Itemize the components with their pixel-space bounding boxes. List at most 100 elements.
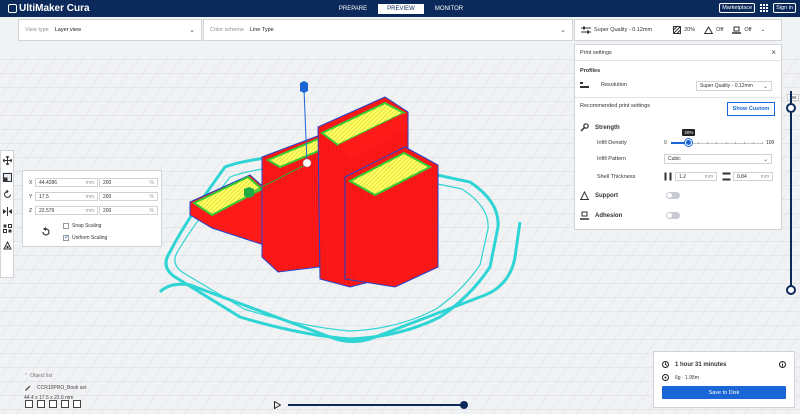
print-settings-title: Print settings	[580, 49, 612, 56]
mirror-tool-button[interactable]	[2, 206, 12, 216]
chevron-down-icon: ⌄	[189, 27, 195, 34]
view-front-icon[interactable]	[37, 400, 45, 408]
infill-min: 0	[664, 140, 667, 146]
move-tool-button[interactable]	[2, 155, 12, 165]
chevron-down-icon: ⌄	[762, 84, 768, 90]
save-to-disk-button[interactable]: Save to Disk	[662, 386, 786, 399]
scale-z-mm-input[interactable]: 22.579 mm	[35, 206, 98, 215]
view-orientation-buttons	[25, 400, 81, 408]
scale-y-percent-value: 200	[103, 193, 112, 200]
scale-x-percent-input[interactable]: 200 %	[99, 178, 158, 187]
print-settings-panel: Print settings × Profiles Resolution Sup…	[574, 44, 782, 230]
scale-tool-button[interactable]	[2, 172, 12, 182]
percent-unit: %	[149, 179, 154, 186]
layer-slider[interactable]: 186	[786, 83, 799, 295]
scale-z-percent-input[interactable]: 200 %	[99, 206, 158, 215]
support-label: Support	[595, 192, 618, 199]
adhesion-icon	[732, 26, 742, 34]
job-name: CCR10PRO_Book set	[37, 384, 87, 391]
simulation-track[interactable]	[288, 404, 464, 406]
object-list-heading[interactable]: Object list	[30, 373, 52, 379]
layer-slider-top-handle[interactable]	[786, 103, 796, 113]
layer-slider-track	[790, 91, 792, 287]
pencil-icon[interactable]	[24, 384, 31, 391]
view-3d-icon[interactable]	[25, 400, 33, 408]
scale-y-mm-input[interactable]: 17.5 mm	[35, 192, 98, 201]
resolution-dropdown[interactable]: Super Quality - 0.12mm ⌄	[696, 81, 772, 91]
close-icon[interactable]: ×	[771, 48, 776, 57]
percent-unit: %	[149, 207, 154, 214]
divider	[575, 97, 781, 98]
color-scheme-dropdown[interactable]: Color scheme Line Type ⌄	[203, 19, 573, 41]
shell-thickness-label: Shell Thickness	[597, 174, 636, 180]
view-type-value: Layer view	[54, 27, 82, 33]
infill-slider-tooltip: 20%	[682, 129, 696, 136]
app-logo: UltiMaker Cura	[8, 3, 90, 14]
top-bottom-thickness-input[interactable]: 0.84 mm	[733, 172, 773, 181]
simulation-handle[interactable]	[460, 401, 468, 409]
support-blocker-button[interactable]	[2, 240, 12, 250]
support-icon	[580, 191, 589, 200]
scale-icon	[2, 172, 12, 182]
play-icon[interactable]	[274, 401, 281, 409]
scale-y-percent-input[interactable]: 200 %	[99, 192, 158, 201]
view-left-icon[interactable]	[61, 400, 69, 408]
view-top-icon[interactable]	[49, 400, 57, 408]
snap-scaling-label: Snap Scaling	[72, 223, 102, 229]
sign-in-button[interactable]: Sign in	[773, 3, 796, 13]
infill-density-label: Infill Density	[597, 140, 627, 146]
layer-slider-bottom-handle[interactable]	[786, 285, 796, 295]
strength-label: Strength	[595, 124, 620, 131]
snap-scaling-checkbox[interactable]: Snap Scaling	[63, 223, 101, 229]
wrench-icon	[580, 123, 589, 132]
color-scheme-label: Color scheme	[210, 27, 244, 33]
snap-scaling-box[interactable]	[63, 223, 69, 229]
support-blocker-icon	[2, 240, 12, 249]
color-scheme-value: Line Type	[249, 27, 274, 33]
mm-unit: mm	[85, 193, 94, 200]
scale-y-mm-value: 17.5	[39, 193, 49, 200]
filament-icon	[662, 374, 669, 381]
uniform-scaling-box[interactable]	[63, 234, 69, 241]
move-icon	[2, 155, 12, 165]
chevron-down-icon: ⌄	[760, 27, 766, 33]
support-toggle[interactable]	[666, 192, 680, 199]
layer-number: 186	[787, 94, 799, 101]
scale-axis-z-label: Z	[29, 208, 33, 214]
scale-x-mm-value: 44.4286	[39, 179, 58, 186]
marketplace-button[interactable]: Marketplace	[719, 3, 756, 13]
chevron-up-icon[interactable]: ⌃	[24, 373, 28, 379]
simulation-bar	[274, 401, 470, 409]
uniform-scaling-checkbox[interactable]: Uniform Scaling	[63, 234, 108, 241]
view-type-label: View type	[25, 27, 49, 33]
tab-preview[interactable]: PREVIEW	[378, 4, 424, 14]
infill-pattern-dropdown[interactable]: Cubic ⌄	[664, 154, 772, 164]
infill-pattern-label: Infill Pattern	[597, 156, 627, 162]
support-icon	[704, 26, 714, 34]
print-settings-summary[interactable]: Super Quality - 0.12mm 20% Off Off ⌄	[574, 19, 782, 41]
info-icon[interactable]	[779, 361, 786, 368]
sliders-icon	[581, 26, 591, 34]
uniform-scaling-label: Uniform Scaling	[72, 235, 108, 241]
tab-monitor[interactable]: MONITOR	[426, 4, 472, 14]
view-type-dropdown[interactable]: View type Layer view ⌄	[18, 19, 202, 41]
scale-x-mm-input[interactable]: 44.4286 mm	[35, 178, 98, 187]
wall-thickness-icon	[664, 172, 672, 181]
rotate-tool-button[interactable]	[2, 189, 12, 199]
scale-x-percent-value: 200	[103, 179, 112, 186]
tab-prepare[interactable]: PREPARE	[330, 4, 376, 14]
infill-slider-knob[interactable]	[685, 139, 693, 146]
mirror-icon	[2, 206, 12, 216]
show-custom-button[interactable]: Show Custom	[727, 102, 775, 116]
chevron-down-icon: ⌄	[762, 157, 768, 163]
resolution-value: Super Quality - 0.12mm	[700, 83, 753, 89]
wall-thickness-input[interactable]: 1.2 mm	[675, 172, 717, 181]
per-model-settings-button[interactable]	[2, 223, 12, 233]
wall-unit: mm	[704, 173, 713, 180]
adhesion-toggle[interactable]	[666, 212, 680, 219]
top-bar: UltiMaker Cura PREPARE PREVIEW MONITOR M…	[0, 0, 800, 17]
view-right-icon[interactable]	[73, 400, 81, 408]
apps-grid-icon[interactable]	[760, 4, 769, 12]
reset-scale-icon[interactable]	[41, 227, 51, 237]
rotate-icon	[3, 189, 11, 198]
